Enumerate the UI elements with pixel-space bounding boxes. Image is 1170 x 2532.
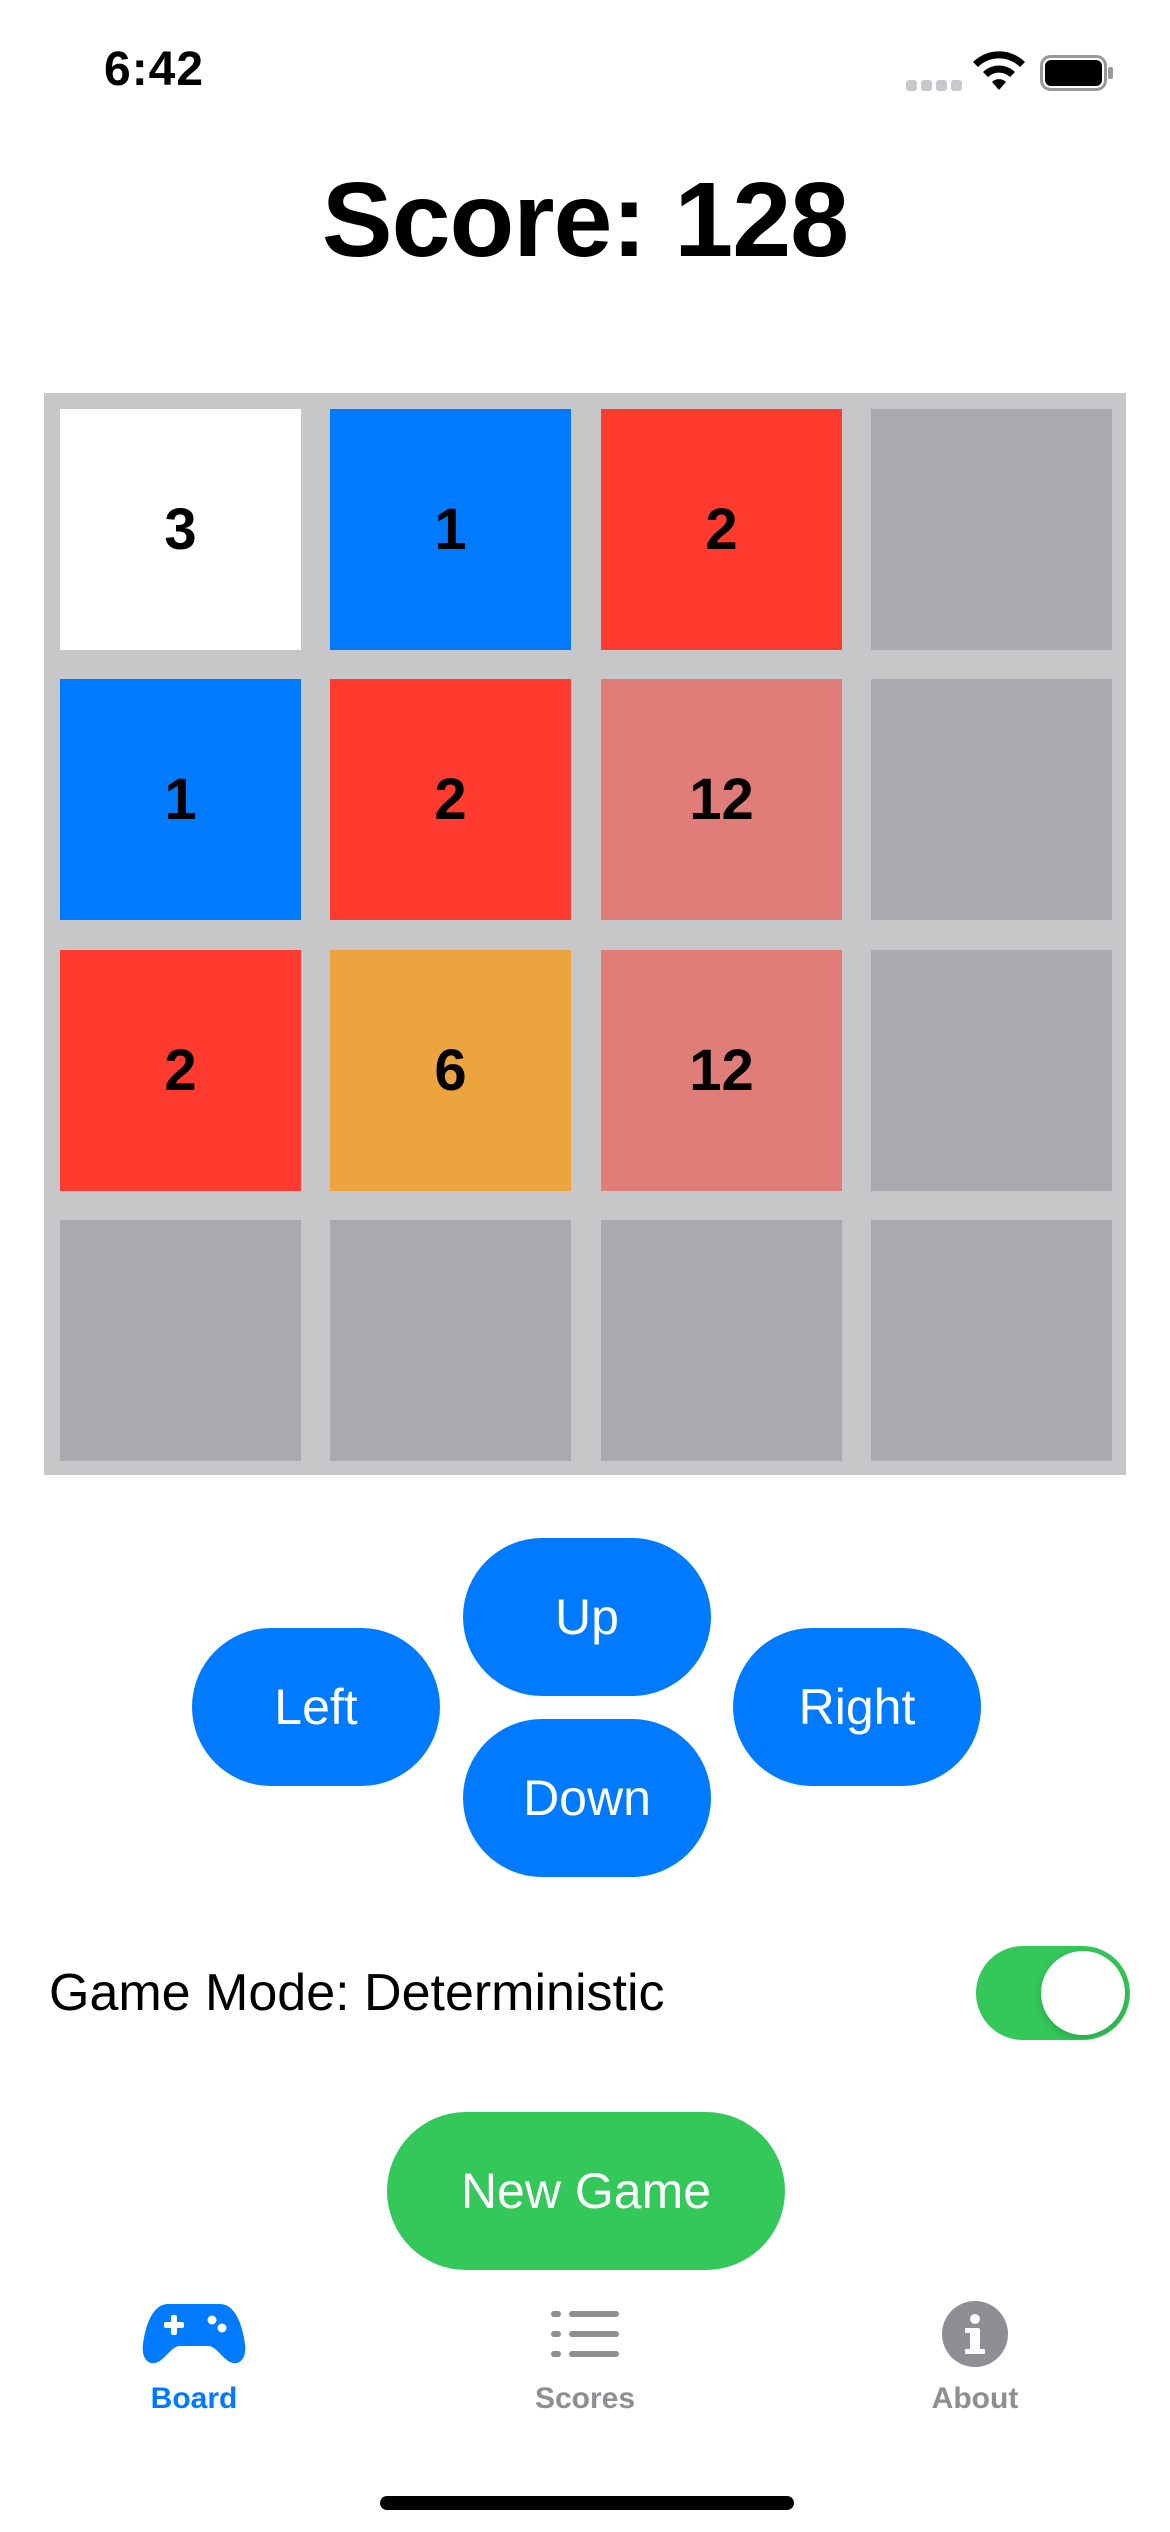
tab-label: Scores <box>534 2382 636 2415</box>
board-tile: 2 <box>60 950 301 1191</box>
board-tile <box>871 679 1112 920</box>
cellular-signal-icon <box>906 80 964 92</box>
board-tile: 12 <box>601 950 842 1191</box>
board-tile: 6 <box>330 950 571 1191</box>
tab-label: Board <box>150 2382 238 2415</box>
down-button[interactable]: Down <box>463 1719 711 1877</box>
game-board: 3 1 2 1 2 12 2 6 12 <box>44 393 1126 1475</box>
board-tile: 1 <box>330 409 571 650</box>
game-mode-label: Game Mode: Deterministic <box>49 1964 665 2022</box>
board-tile: 12 <box>601 679 842 920</box>
board-tile: 1 <box>60 679 301 920</box>
tab-board[interactable]: Board <box>84 2300 304 2440</box>
board-tile: 2 <box>601 409 842 650</box>
board-tile <box>871 1220 1112 1461</box>
status-time: 6:42 <box>104 43 205 96</box>
board-tile <box>871 409 1112 650</box>
score-title: Score: 128 <box>321 161 849 279</box>
left-button[interactable]: Left <box>192 1628 440 1786</box>
up-button[interactable]: Up <box>463 1538 711 1696</box>
game-mode-toggle[interactable] <box>976 1946 1130 2040</box>
tab-label: About <box>931 2382 1019 2415</box>
tab-about[interactable]: About <box>865 2300 1085 2440</box>
toggle-knob <box>1041 1951 1125 2035</box>
board-tile <box>871 950 1112 1191</box>
list-icon <box>551 2311 619 2357</box>
battery-icon <box>1040 55 1113 91</box>
info-icon <box>942 2301 1008 2367</box>
status-bar: 6:42 <box>0 0 1170 150</box>
new-game-button[interactable]: New Game <box>387 2112 785 2270</box>
board-tile <box>330 1220 571 1461</box>
tab-scores[interactable]: Scores <box>475 2300 695 2440</box>
board-tile: 2 <box>330 679 571 920</box>
board-tile: 3 <box>60 409 301 650</box>
board-tile <box>601 1220 842 1461</box>
home-indicator <box>380 2496 794 2510</box>
right-button[interactable]: Right <box>733 1628 981 1786</box>
wifi-icon <box>973 51 1025 90</box>
gamecontroller-icon <box>142 2304 246 2364</box>
board-tile <box>60 1220 301 1461</box>
